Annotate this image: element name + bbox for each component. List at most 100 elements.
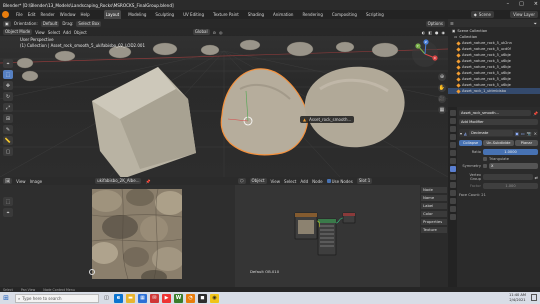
selected-rock[interactable]	[220, 68, 309, 156]
viewport-toggle-icon[interactable]: ▭	[521, 131, 525, 136]
world-tab-icon[interactable]	[449, 150, 456, 156]
app-w-icon[interactable]: W	[174, 293, 183, 303]
scale-icon[interactable]: ⤢	[3, 103, 13, 112]
app-dark-icon[interactable]: ◼	[198, 293, 207, 303]
shading-material-icon[interactable]: ◉	[442, 30, 446, 35]
ne-menu-select[interactable]: Select	[284, 179, 296, 184]
xray-icon[interactable]: ◧	[428, 30, 432, 35]
transform-orientation-dropdown[interactable]: Global	[192, 29, 210, 35]
notifications-icon[interactable]	[531, 294, 537, 301]
outliner-type-icon[interactable]: ☰	[450, 21, 454, 26]
snap-icon[interactable]: ⊙	[213, 30, 216, 35]
youtube-icon[interactable]: ▶	[162, 293, 171, 303]
tab-layout[interactable]: Layout	[103, 10, 122, 19]
drag-dropdown[interactable]: Select Box	[76, 20, 102, 27]
measure-icon[interactable]: 📏	[3, 136, 13, 145]
ne-menu-add[interactable]: Add	[300, 179, 308, 184]
material-output-node[interactable]	[342, 212, 356, 224]
blender-taskbar-icon[interactable]: ◔	[186, 293, 195, 303]
chrome-icon[interactable]: ◉	[210, 293, 219, 303]
ratio-slider[interactable]: 1.0000	[483, 149, 538, 155]
options-dropdown[interactable]: Options	[425, 20, 445, 27]
shader-type-dropdown[interactable]: Object	[249, 178, 267, 184]
shading-solid-icon[interactable]: ●	[435, 30, 439, 35]
ie-menu-image[interactable]: Image	[30, 179, 43, 184]
overlays-icon[interactable]: ◐	[422, 30, 426, 35]
pin-icon[interactable]: 📌	[145, 179, 150, 184]
principled-bsdf-node[interactable]	[317, 218, 337, 256]
pin-properties-icon[interactable]: 📌	[533, 111, 538, 116]
expand-chevron-icon[interactable]: ▾	[460, 131, 462, 136]
close-icon[interactable]: ×	[534, 1, 538, 7]
triangulate-checkbox[interactable]	[483, 157, 487, 161]
tab-texture-paint[interactable]: Texture Paint	[211, 10, 241, 19]
ie-cursor-icon[interactable]: ⌖	[3, 208, 13, 217]
ne-menu-node[interactable]: Node	[312, 179, 322, 184]
task-view-icon[interactable]: ◫	[102, 294, 111, 303]
tab-scripting[interactable]: Scripting	[364, 10, 386, 19]
sidebar-tab-node[interactable]: Node	[421, 187, 447, 193]
add-modifier-button[interactable]: Add Modifier	[459, 119, 538, 125]
tab-animation[interactable]: Animation	[271, 10, 295, 19]
ie-select-icon[interactable]: ⬚	[3, 197, 13, 206]
perspective-grid-icon[interactable]: ▦	[438, 106, 446, 114]
render-tab-icon[interactable]	[449, 118, 456, 124]
texture-tab-icon[interactable]	[449, 214, 456, 220]
edit-mode-toggle-icon[interactable]: ▣	[515, 131, 519, 136]
select-box-icon[interactable]: ⬚	[3, 70, 13, 79]
render-toggle-icon[interactable]: 📷	[527, 131, 532, 136]
menu-window[interactable]: Window	[60, 12, 76, 17]
navigation-gizmo[interactable]: X Y Z	[412, 39, 438, 67]
menu-view[interactable]: View	[35, 30, 45, 35]
mode-planar[interactable]: Planar	[514, 140, 539, 146]
outliner-item-selected[interactable]: Asset_rock_1_uktmbisbo	[448, 88, 540, 94]
mail-icon[interactable]: ✉	[150, 293, 159, 303]
sidebar-field-label[interactable]: Label	[421, 203, 447, 209]
data-tab-icon[interactable]	[449, 198, 456, 204]
ie-menu-view[interactable]: View	[16, 179, 26, 184]
mode-collapse[interactable]: Collapse	[459, 140, 483, 146]
node-editor-type-icon[interactable]: ⬡	[238, 178, 246, 184]
tab-compositing[interactable]: Compositing	[330, 10, 359, 19]
modifier-name-field[interactable]: Decimate	[469, 130, 514, 136]
move-icon[interactable]: ✥	[3, 81, 13, 90]
particles-tab-icon[interactable]	[449, 174, 456, 180]
material-tab-icon[interactable]	[449, 206, 456, 212]
symmetry-checkbox[interactable]	[483, 164, 487, 168]
constraints-tab-icon[interactable]	[449, 190, 456, 196]
view-layer-selector[interactable]: View Layer	[510, 11, 538, 18]
menu-help[interactable]: Help	[80, 12, 89, 17]
invert-icon[interactable]: ⇄	[535, 175, 538, 180]
add-cube-icon[interactable]: ▢	[3, 147, 13, 156]
mode-dropdown[interactable]: Object Mode	[3, 29, 33, 35]
ne-menu-view[interactable]: View	[271, 179, 281, 184]
windows-start-icon[interactable]: ⊞	[0, 292, 12, 304]
vertex-group-field[interactable]	[483, 174, 533, 180]
orientation-dropdown[interactable]: Default	[40, 20, 60, 27]
rock-rounded[interactable]	[304, 66, 405, 148]
object-name-popup[interactable]: ▲ Asset_rock_smooth...	[300, 116, 355, 123]
image-texture-node[interactable]	[294, 212, 318, 240]
editor-type-icon[interactable]: ▣	[3, 20, 11, 27]
sidebar-section-texture[interactable]: Texture	[421, 227, 447, 233]
pan-hand-icon[interactable]: ✋	[438, 84, 446, 92]
tab-uv-editing[interactable]: UV Editing	[181, 10, 206, 19]
rotate-icon[interactable]: ↻	[3, 92, 13, 101]
modifier-close-icon[interactable]: ×	[534, 131, 537, 136]
image-selector[interactable]: ukifabisbo_2K_Albe...	[95, 178, 142, 184]
slot-dropdown[interactable]: Slot 1	[356, 178, 373, 184]
menu-edit[interactable]: Edit	[28, 12, 36, 17]
tab-rendering[interactable]: Rendering	[300, 10, 324, 19]
annotate-icon[interactable]: ✎	[3, 125, 13, 134]
zoom-icon[interactable]: ⊕	[438, 73, 446, 81]
mode-unsubdivide[interactable]: Un-Subdivide	[483, 140, 514, 146]
outliner[interactable]: ☰ ⏷ ▣ Scene Collection ▭ Collection Asset_…	[448, 19, 540, 107]
sidebar-section-color[interactable]: Color	[421, 211, 447, 217]
minimize-icon[interactable]: –	[507, 1, 510, 7]
tab-modeling[interactable]: Modeling	[126, 10, 148, 19]
store-icon[interactable]: ▦	[138, 293, 147, 303]
taskbar-clock[interactable]: 11:40 AM 2/4/2021	[509, 293, 526, 303]
camera-icon[interactable]: 🎥	[438, 95, 446, 103]
2d-cursor-icon[interactable]	[89, 269, 95, 275]
symmetry-axis-dropdown[interactable]: X	[489, 163, 538, 169]
